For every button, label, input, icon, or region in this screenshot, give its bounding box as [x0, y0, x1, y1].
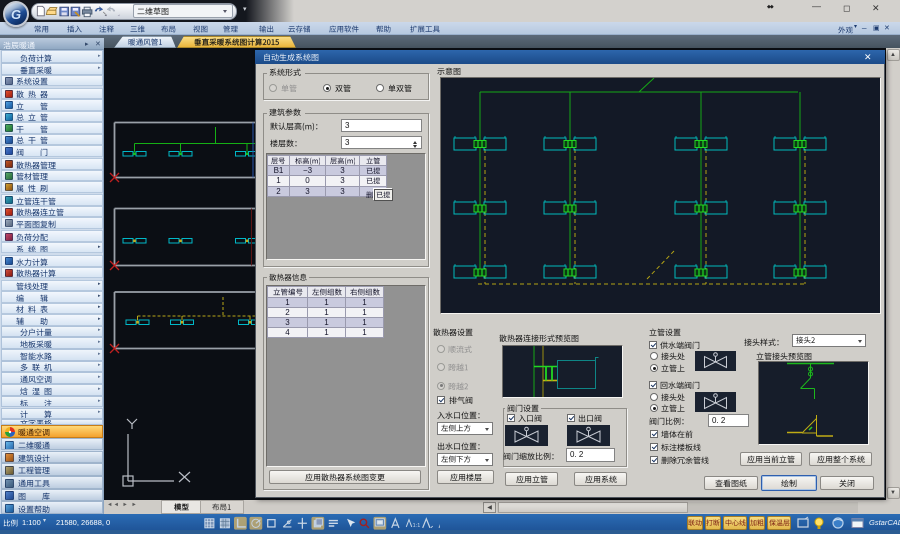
svg-text:1:1: 1:1: [413, 522, 421, 528]
